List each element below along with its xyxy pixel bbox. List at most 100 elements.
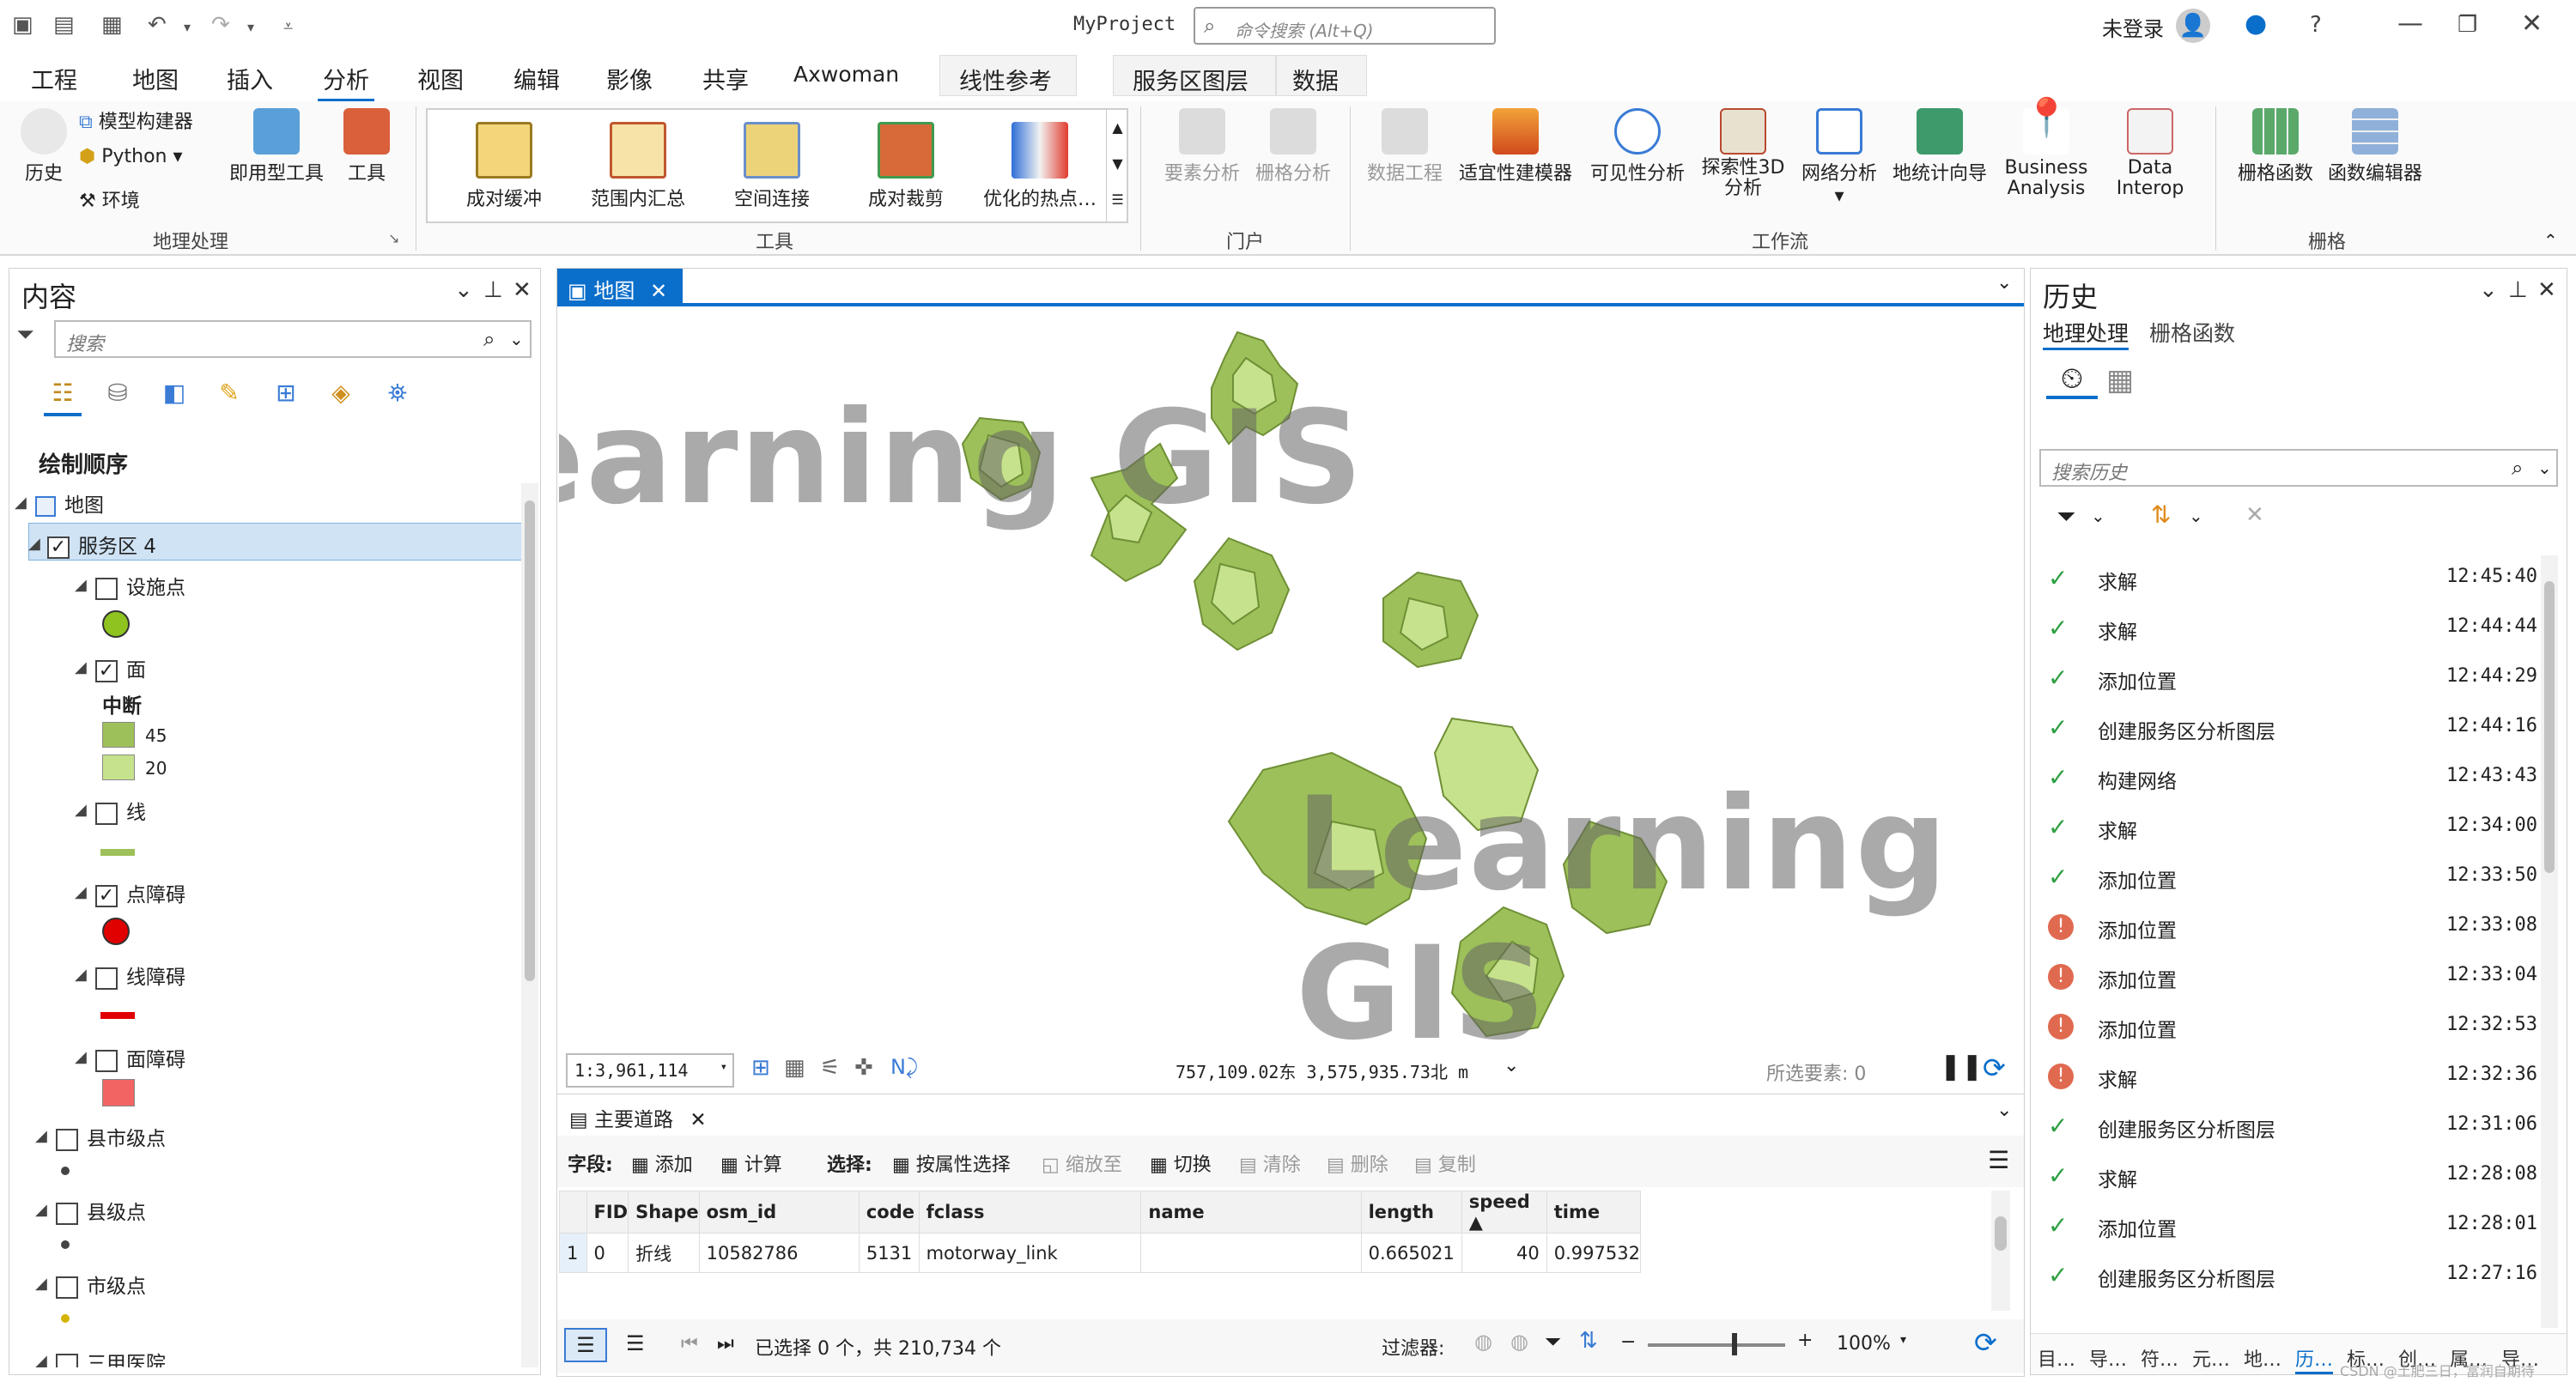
history-clock-icon[interactable]: ⏲ [2046, 361, 2098, 399]
service-area-expand-arrow[interactable]: ◢ [28, 535, 40, 553]
list-by-data-source-icon[interactable]: ⛁ [99, 379, 137, 416]
column-header-time[interactable]: time [1546, 1191, 1642, 1233]
add-field-button[interactable]: ▦ 添加 [631, 1149, 693, 1177]
undo-dropdown-icon[interactable]: ▾ [184, 19, 191, 35]
facilities-checkbox[interactable] [95, 577, 118, 600]
facilities-expand-arrow[interactable]: ◢ [75, 576, 87, 594]
history-item[interactable]: ✓ 求解 12:44:44 [2048, 612, 2537, 646]
dock-tab-symbology[interactable]: 符… [2141, 1344, 2178, 1372]
summarize-within-tool[interactable]: 范围内汇总 [574, 122, 702, 211]
ready-to-use-tools-button[interactable]: 即用型工具 [225, 108, 328, 185]
column-header-code[interactable]: code [858, 1191, 920, 1233]
function-editor-button[interactable]: 函数编辑器 [2324, 108, 2427, 185]
filter-selection-icon[interactable]: ◍ [1510, 1330, 1528, 1354]
sort-icon[interactable]: ⇅ [1579, 1328, 1598, 1354]
toc-service-area[interactable]: ✓ 服务区 4 [47, 530, 156, 559]
coordinate-format-dropdown-icon[interactable]: ⌄ [1504, 1055, 1519, 1076]
help-icon[interactable]: ? [2310, 12, 2322, 38]
exploratory-3d-button[interactable]: 探索性3D 分析 [1693, 108, 1793, 199]
fixed-zoom-icon[interactable]: ⊞ [751, 1055, 770, 1081]
toc-polygon-barriers[interactable]: 面障碍 [95, 1043, 185, 1072]
filter-funnel-icon[interactable]: ⏷ [1545, 1330, 1561, 1354]
redo-dropdown-icon[interactable]: ▾ [247, 19, 254, 35]
close-pane-icon[interactable]: ✕ [2537, 277, 2556, 303]
search-dropdown-icon[interactable]: ⌄ [2537, 458, 2552, 478]
search-dropdown-icon[interactable]: ⌄ [509, 329, 524, 349]
tab-data[interactable]: 数据 [1276, 55, 1367, 96]
point-barriers-expand-arrow[interactable]: ◢ [75, 883, 87, 901]
list-by-drawing-order-icon[interactable]: ☷ [44, 379, 82, 416]
spatial-join-tool[interactable]: 空间连接 [708, 122, 836, 211]
lines-expand-arrow[interactable]: ◢ [75, 801, 87, 819]
line-barriers-expand-arrow[interactable]: ◢ [75, 966, 87, 984]
hospital-expand-arrow[interactable]: ◢ [35, 1352, 47, 1367]
zoom-out-icon[interactable]: − [1620, 1331, 1636, 1353]
table-menu-icon[interactable]: ☰ [1988, 1146, 2009, 1174]
tab-linear-referencing[interactable]: 线性参考 [939, 55, 1077, 96]
raster-analysis-button[interactable]: 栅格分析 [1250, 108, 1336, 185]
new-project-icon[interactable]: ▣ [12, 12, 33, 38]
feature-analysis-button[interactable]: 要素分析 [1159, 108, 1245, 185]
gallery-scroll[interactable]: ▲ ▼ ☰ [1106, 110, 1128, 221]
toc-county-points[interactable]: 县级点 [56, 1196, 146, 1225]
county-city-expand-arrow[interactable]: ◢ [35, 1127, 47, 1145]
table-zoom-level[interactable]: 100% [1837, 1333, 1891, 1355]
pane-options-icon[interactable]: ⌄ [454, 277, 473, 303]
optimized-hot-spot-tool[interactable]: 优化的热点… [975, 122, 1104, 211]
cell-code[interactable]: 5131 [858, 1233, 920, 1273]
toc-hospital[interactable]: 三甲医院 [56, 1347, 166, 1367]
undo-icon[interactable]: ↶ [148, 12, 167, 38]
county-checkbox[interactable] [56, 1202, 78, 1225]
history-item[interactable]: ✓ 构建网络 12:43:43 [2048, 761, 2537, 796]
toc-city-points[interactable]: 市级点 [56, 1270, 146, 1299]
cell-fclass[interactable]: motorway_link [918, 1233, 1142, 1273]
constraints-icon[interactable]: ✜ [854, 1055, 873, 1081]
column-header-shape[interactable]: Shape [628, 1191, 700, 1233]
column-header-fclass[interactable]: fclass [918, 1191, 1142, 1233]
zoom-dropdown-icon[interactable]: ▾ [1900, 1333, 1906, 1347]
tab-edit[interactable]: 编辑 [508, 58, 565, 99]
pause-drawing-icon[interactable]: ❚❚ [1940, 1052, 1983, 1082]
copy-button[interactable]: ▤ 复制 [1414, 1149, 1476, 1177]
network-analysis-button[interactable]: 网络分析 ▾ [1795, 108, 1884, 207]
cell-name[interactable] [1140, 1233, 1362, 1273]
tab-service-area-layer[interactable]: 服务区图层 [1113, 55, 1276, 96]
point-barriers-checkbox[interactable]: ✓ [95, 884, 118, 907]
toc-county-city-points[interactable]: 县市级点 [56, 1122, 166, 1151]
list-by-snapping-icon[interactable]: ⊞ [267, 379, 305, 416]
history-button[interactable]: 历史 [14, 108, 74, 185]
tab-project[interactable]: 工程 [26, 58, 82, 99]
table-row[interactable]: 1 0 折线 10582786 5131 motorway_link 0.665… [559, 1233, 1642, 1273]
switch-selection-button[interactable]: ▦ 切换 [1150, 1149, 1212, 1177]
business-analysis-button[interactable]: 📍 Business Analysis [1997, 100, 2095, 199]
table-refresh-icon[interactable]: ⟳ [1974, 1326, 1997, 1359]
polygons-expand-arrow[interactable]: ◢ [75, 658, 87, 676]
tab-raster-functions-history[interactable]: 栅格函数 [2149, 317, 2235, 348]
column-header-name[interactable]: name [1140, 1191, 1362, 1233]
group-launcher-icon[interactable]: ↘ [388, 230, 399, 246]
row-selector-header[interactable] [559, 1191, 587, 1233]
history-item[interactable]: ! 添加位置 12:32:53 [2048, 1010, 2537, 1045]
contents-scroll-thumb[interactable] [525, 500, 535, 981]
dock-tab-geoprocessing[interactable]: 导… [2089, 1344, 2127, 1372]
history-filter-icon[interactable]: ⏷ [2057, 502, 2075, 531]
cell-time[interactable]: 0.997532 [1546, 1233, 1642, 1273]
map-tab[interactable]: ▣ 地图 ✕ [557, 269, 683, 303]
next-record-icon[interactable]: ⏭ [717, 1333, 734, 1355]
map-pane-options-icon[interactable]: ⌄ [1996, 272, 2012, 294]
cell-osm-id[interactable]: 10582786 [698, 1233, 860, 1273]
toc-polygons[interactable]: ✓ 面 [95, 653, 146, 682]
history-item[interactable]: ✓ 创建服务区分析图层 12:44:16 [2048, 712, 2537, 746]
filter-icon[interactable]: ⏷ [16, 322, 34, 349]
calculate-field-button[interactable]: ▦ 计算 [720, 1149, 782, 1177]
filter-extent-icon[interactable]: ◍ [1474, 1330, 1492, 1354]
toc-line-barriers[interactable]: 线障碍 [95, 961, 185, 990]
dock-tab-catalog[interactable]: 目… [2038, 1344, 2075, 1372]
clear-selection-button[interactable]: ▤ 清除 [1239, 1149, 1301, 1177]
table-scroll-thumb[interactable] [1995, 1216, 2007, 1251]
toc-facilities[interactable]: 设施点 [95, 571, 185, 600]
pin-icon[interactable]: ⊥ [483, 277, 503, 303]
selected-features-count[interactable]: 所选要素: 0 [1766, 1058, 1866, 1086]
minimize-icon[interactable]: — [2397, 9, 2423, 39]
list-by-labeling-icon[interactable]: ◈ [322, 379, 360, 416]
